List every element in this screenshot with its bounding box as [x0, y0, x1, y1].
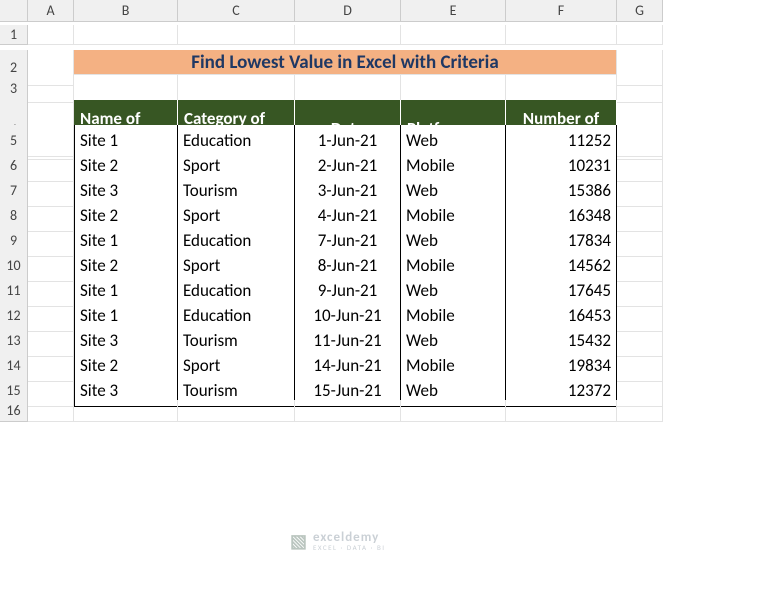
- cell[interactable]: [74, 75, 178, 103]
- cell[interactable]: [28, 25, 74, 45]
- row-header-16[interactable]: 16: [0, 400, 28, 422]
- page-title: Find Lowest Value in Excel with Criteria: [74, 50, 617, 75]
- col-header-D[interactable]: D: [295, 0, 401, 22]
- cell[interactable]: [28, 75, 74, 103]
- watermark: ▧ exceldemy EXCEL · DATA · BI: [290, 530, 386, 552]
- cell[interactable]: [295, 25, 401, 45]
- cell[interactable]: [178, 75, 295, 103]
- cell[interactable]: [506, 25, 617, 45]
- cell[interactable]: [617, 400, 663, 422]
- cell[interactable]: [401, 25, 506, 45]
- col-header-B[interactable]: B: [74, 0, 178, 22]
- cell[interactable]: [28, 400, 74, 422]
- watermark-tag: EXCEL · DATA · BI: [313, 544, 386, 551]
- col-header-A[interactable]: A: [28, 0, 74, 22]
- col-header-F[interactable]: F: [506, 0, 617, 22]
- cell[interactable]: [617, 25, 663, 45]
- col-header-C[interactable]: C: [178, 0, 295, 22]
- cell[interactable]: [401, 400, 506, 422]
- row-header-1[interactable]: 1: [0, 25, 28, 45]
- row-header-3[interactable]: 3: [0, 75, 28, 103]
- cell[interactable]: [295, 75, 401, 103]
- cell[interactable]: [74, 400, 178, 422]
- spreadsheet-grid: ABCDEFG12Find Lowest Value in Excel with…: [0, 0, 767, 425]
- col-header-E[interactable]: E: [401, 0, 506, 22]
- cell[interactable]: [401, 75, 506, 103]
- cell[interactable]: [506, 75, 617, 103]
- cell[interactable]: [178, 400, 295, 422]
- cell[interactable]: [506, 400, 617, 422]
- watermark-logo-icon: ▧: [290, 530, 307, 552]
- cell[interactable]: [178, 25, 295, 45]
- cell[interactable]: [295, 400, 401, 422]
- cell[interactable]: [74, 25, 178, 45]
- select-all-corner[interactable]: [0, 0, 28, 22]
- col-header-G[interactable]: G: [617, 0, 663, 22]
- cell[interactable]: [617, 75, 663, 103]
- watermark-brand: exceldemy: [313, 531, 386, 544]
